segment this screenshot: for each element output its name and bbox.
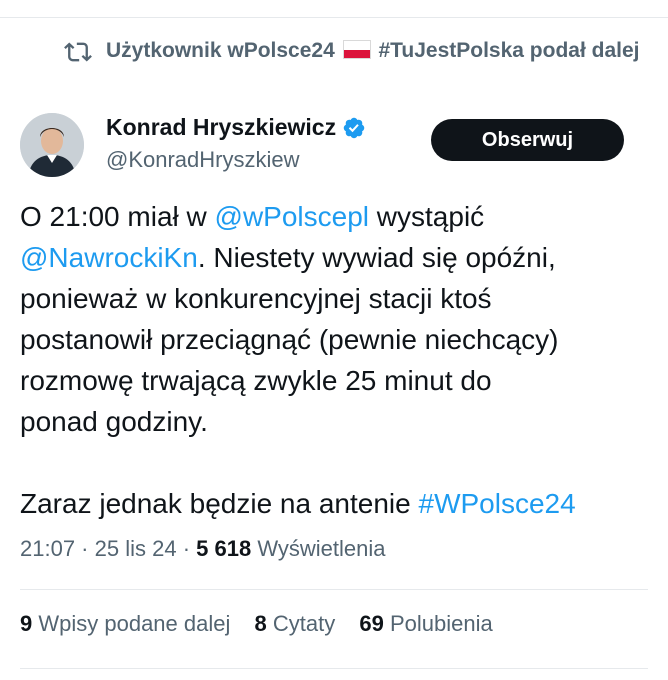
quotes-label: Cytaty	[266, 611, 336, 636]
quotes-stat[interactable]: 8 Cytaty	[255, 611, 336, 636]
tweet-text: O 21:00 miał w @wPolscepl wystąpić @Nawr…	[20, 196, 660, 524]
tweet-line: ponad godziny.	[20, 406, 208, 437]
stats-divider	[20, 668, 648, 669]
views-count: 5 618	[196, 536, 252, 561]
likes-label: Polubienia	[383, 611, 493, 636]
retweet-icon	[64, 42, 92, 62]
retweet-user-text: Użytkownik wPolsce24	[106, 39, 335, 62]
avatar[interactable]	[20, 113, 84, 177]
tweet-text-segment: Zaraz jednak będzie na antenie	[20, 488, 419, 519]
views-label: Wyświetlenia	[251, 536, 386, 561]
avatar-photo-icon	[20, 113, 84, 177]
tweet-line: @NawrockiKn. Niestety wywiad się opóźni,	[20, 237, 660, 278]
reposts-stat[interactable]: 9 Wpisy podane dalej	[20, 611, 230, 636]
tweet-line: Zaraz jednak będzie na antenie #WPolsce2…	[20, 483, 660, 524]
tweet-line: rozmowę trwającą zwykle 25 minut do	[20, 365, 492, 396]
tweet-meta: 21:07 · 25 lis 24 · 5 618 Wyświetlenia	[20, 536, 386, 562]
quotes-count: 8	[254, 611, 267, 636]
verified-badge-icon	[343, 117, 365, 138]
tweet-text-segment: wystąpić	[369, 201, 485, 232]
follow-button[interactable]: Obserwuj	[431, 119, 624, 161]
top-divider	[0, 0, 668, 18]
reposts-label: Wpisy podane dalej	[32, 611, 231, 636]
mention-link[interactable]: @NawrockiKn	[20, 242, 198, 273]
tweet-text-segment: . Niestety wywiad się opóźni,	[197, 242, 556, 273]
mention-link[interactable]: @wPolscepl	[215, 201, 369, 232]
tweet-date[interactable]: 25 lis 24	[95, 536, 177, 561]
retweet-suffix-text: #TuJestPolska podał dalej	[378, 39, 640, 62]
meta-divider	[20, 589, 648, 590]
poland-flag-icon	[342, 40, 371, 59]
tweet-time[interactable]: 21:07	[20, 536, 75, 561]
engagement-stats: 9 Wpisy podane dalej 8 Cytaty 69 Polubie…	[20, 611, 511, 637]
reposts-count: 9	[20, 611, 33, 636]
retweet-context[interactable]: Użytkownik wPolsce24 #TuJestPolska podał…	[64, 36, 654, 66]
tweet-text-segment: O 21:00 miał w	[20, 201, 215, 232]
retweet-label[interactable]: Użytkownik wPolsce24 #TuJestPolska podał…	[106, 36, 640, 66]
author-display-name[interactable]: Konrad Hryszkiewicz	[106, 114, 336, 141]
likes-count: 69	[359, 611, 384, 636]
author-handle[interactable]: @KonradHryszkiew	[106, 147, 300, 173]
likes-stat[interactable]: 69 Polubienia	[359, 611, 492, 636]
author-name-row[interactable]: Konrad Hryszkiewicz	[106, 114, 366, 141]
tweet-line: ponieważ w konkurencyjnej stacji ktoś	[20, 283, 492, 314]
hashtag-link[interactable]: #WPolsce24	[419, 488, 576, 519]
tweet-line: postanowił przeciągnąć (pewnie niechcący…	[20, 324, 559, 355]
meta-separator: ·	[176, 536, 197, 561]
meta-separator: ·	[75, 536, 95, 561]
tweet-line: O 21:00 miał w @wPolscepl wystąpić	[20, 196, 660, 237]
